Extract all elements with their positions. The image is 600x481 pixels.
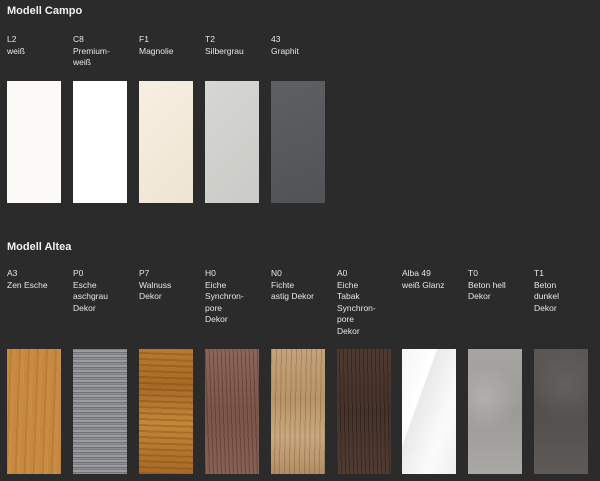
swatch-item-a0[interactable]: A0 Eiche Tabak Synchron- pore Dekor xyxy=(337,268,395,474)
swatch-name: Eiche Synchron- pore Dekor xyxy=(205,279,244,325)
color-swatch-t2[interactable] xyxy=(205,81,259,203)
swatch-item-t1[interactable]: T1 Beton dunkel Dekor xyxy=(534,268,592,474)
swatch-item-p7[interactable]: P7 Walnuss Dekor xyxy=(139,268,197,474)
color-swatch-43[interactable] xyxy=(271,81,325,203)
color-swatch-c8[interactable] xyxy=(73,81,127,203)
swatch-code: A3 xyxy=(7,268,18,278)
swatch-item-43[interactable]: 43 Graphit xyxy=(271,34,329,203)
color-swatch-p7[interactable] xyxy=(139,349,193,474)
swatch-code: A0 xyxy=(337,268,348,278)
swatch-name: Silbergrau xyxy=(205,45,244,56)
swatch-name: Fichte astig Dekor xyxy=(271,279,314,302)
color-swatch-t1[interactable] xyxy=(534,349,588,474)
swatch-item-f1[interactable]: F1 Magnolie xyxy=(139,34,197,203)
swatch-code: Alba 49 xyxy=(402,268,431,278)
section-title-campo: Modell Campo xyxy=(7,5,83,17)
swatch-name: Zen Esche xyxy=(7,279,48,290)
swatch-name: Beton hell Dekor xyxy=(468,279,506,302)
swatch-name: Magnolie xyxy=(139,45,174,56)
swatch-item-alba-49[interactable]: Alba 49 weiß Glanz xyxy=(402,268,460,474)
swatch-item-c8[interactable]: C8 Premium- weiß xyxy=(73,34,131,203)
swatch-name: Premium- weiß xyxy=(73,45,110,68)
swatch-code: C8 xyxy=(73,34,84,44)
swatch-name: Graphit xyxy=(271,45,299,56)
swatch-item-a3[interactable]: A3 Zen Esche xyxy=(7,268,65,474)
swatch-name: weiß Glanz xyxy=(402,279,445,290)
swatch-name: Beton dunkel Dekor xyxy=(534,279,560,313)
swatch-code: F1 xyxy=(139,34,149,44)
swatch-name: Walnuss Dekor xyxy=(139,279,172,302)
swatch-name: Eiche Tabak Synchron- pore Dekor xyxy=(337,279,376,336)
swatch-code: P0 xyxy=(73,268,84,278)
color-swatch-p0[interactable] xyxy=(73,349,127,474)
swatch-item-h0[interactable]: H0 Eiche Synchron- pore Dekor xyxy=(205,268,263,474)
swatch-code: T1 xyxy=(534,268,544,278)
swatch-item-p0[interactable]: P0 Esche aschgrau Dekor xyxy=(73,268,131,474)
swatch-code: P7 xyxy=(139,268,150,278)
swatch-code: H0 xyxy=(205,268,216,278)
swatch-item-t0[interactable]: T0 Beton hell Dekor xyxy=(468,268,526,474)
color-swatch-a0[interactable] xyxy=(337,349,391,474)
swatch-name: Esche aschgrau Dekor xyxy=(73,279,108,313)
swatch-code: N0 xyxy=(271,268,282,278)
swatch-item-l2[interactable]: L2 weiß xyxy=(7,34,65,203)
swatch-code: L2 xyxy=(7,34,17,44)
swatch-name: weiß xyxy=(7,45,25,56)
color-swatch-a3[interactable] xyxy=(7,349,61,474)
color-swatch-n0[interactable] xyxy=(271,349,325,474)
swatch-code: T2 xyxy=(205,34,215,44)
color-swatch-h0[interactable] xyxy=(205,349,259,474)
color-swatch-l2[interactable] xyxy=(7,81,61,203)
swatch-code: 43 xyxy=(271,34,281,44)
section-title-altea: Modell Altea xyxy=(7,241,72,253)
color-swatch-f1[interactable] xyxy=(139,81,193,203)
color-swatch-alba-49[interactable] xyxy=(402,349,456,474)
swatch-item-t2[interactable]: T2 Silbergrau xyxy=(205,34,263,203)
swatch-code: T0 xyxy=(468,268,478,278)
color-swatch-t0[interactable] xyxy=(468,349,522,474)
swatch-item-n0[interactable]: N0 Fichte astig Dekor xyxy=(271,268,329,474)
